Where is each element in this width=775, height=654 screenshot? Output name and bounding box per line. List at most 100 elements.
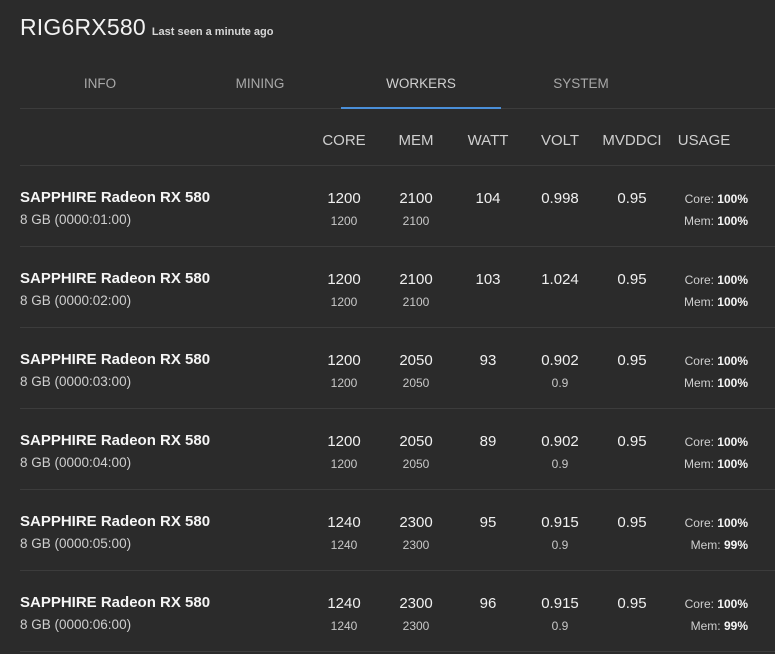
col-volt: VOLT bbox=[540, 132, 580, 149]
gpu-memory-bus: 8 GB (0000:03:00) bbox=[20, 374, 132, 389]
power-watt: 103 bbox=[475, 271, 501, 288]
usage-core: Core: 100% bbox=[660, 354, 748, 368]
voltage-target: 0.9 bbox=[551, 376, 569, 390]
worker-row[interactable]: SAPPHIRE Radeon RX 580 8 GB (0000:06:00)… bbox=[20, 571, 775, 652]
worker-list: SAPPHIRE Radeon RX 580 8 GB (0000:01:00)… bbox=[20, 166, 775, 652]
mem-clock: 2100 bbox=[399, 190, 433, 207]
core-clock: 1200 bbox=[327, 352, 361, 369]
worker-row[interactable]: SAPPHIRE Radeon RX 580 8 GB (0000:04:00)… bbox=[20, 409, 775, 490]
voltage: 0.915 bbox=[541, 595, 579, 612]
mvddci: 0.95 bbox=[617, 271, 647, 288]
mvddci: 0.95 bbox=[617, 514, 647, 531]
usage-core: Core: 100% bbox=[660, 273, 748, 287]
core-clock: 1240 bbox=[327, 514, 361, 531]
usage-mem: Mem: 100% bbox=[660, 457, 748, 471]
usage-mem: Mem: 99% bbox=[660, 538, 748, 552]
col-mem: MEM bbox=[398, 132, 434, 149]
usage-mem: Mem: 100% bbox=[660, 376, 748, 390]
usage-core-value: 100% bbox=[717, 516, 748, 530]
gpu-name: SAPPHIRE Radeon RX 580 bbox=[20, 189, 211, 206]
voltage: 0.902 bbox=[541, 433, 579, 450]
usage-core-label: Core: bbox=[684, 516, 714, 530]
mem-clock: 2300 bbox=[399, 514, 433, 531]
mvddci: 0.95 bbox=[617, 433, 647, 450]
power-watt: 93 bbox=[479, 352, 497, 369]
core-clock-target: 1200 bbox=[330, 376, 358, 390]
core-clock: 1200 bbox=[327, 271, 361, 288]
usage-core-label: Core: bbox=[684, 192, 714, 206]
gpu-memory-bus: 8 GB (0000:01:00) bbox=[20, 212, 132, 227]
worker-row[interactable]: SAPPHIRE Radeon RX 580 8 GB (0000:05:00)… bbox=[20, 490, 775, 571]
usage-core: Core: 100% bbox=[660, 435, 748, 449]
tab-workers[interactable]: WORKERS bbox=[341, 60, 501, 109]
usage-mem-label: Mem: bbox=[690, 538, 721, 552]
mvddci: 0.95 bbox=[617, 352, 647, 369]
mem-clock: 2050 bbox=[399, 433, 433, 450]
usage-core-label: Core: bbox=[684, 273, 714, 287]
usage-mem-value: 99% bbox=[723, 619, 748, 633]
usage-core-value: 100% bbox=[717, 354, 748, 368]
usage-mem: Mem: 100% bbox=[660, 295, 748, 309]
core-clock-target: 1240 bbox=[330, 538, 358, 552]
gpu-name: SAPPHIRE Radeon RX 580 bbox=[20, 270, 211, 287]
voltage-target: 0.9 bbox=[551, 457, 569, 471]
core-clock: 1200 bbox=[327, 190, 361, 207]
voltage: 0.902 bbox=[541, 352, 579, 369]
page: RIG6RX580 Last seen a minute ago INFO MI… bbox=[0, 0, 775, 654]
usage-mem-label: Mem: bbox=[690, 619, 721, 633]
usage-core: Core: 100% bbox=[660, 516, 748, 530]
mem-clock-target: 2300 bbox=[402, 538, 430, 552]
usage-core-value: 100% bbox=[717, 597, 748, 611]
usage-mem: Mem: 100% bbox=[660, 214, 748, 228]
mem-clock-target: 2100 bbox=[402, 214, 430, 228]
usage-core: Core: 100% bbox=[660, 192, 748, 206]
usage-mem-label: Mem: bbox=[683, 376, 714, 390]
mem-clock-target: 2300 bbox=[402, 619, 430, 633]
usage-mem-value: 99% bbox=[723, 538, 748, 552]
usage-core-value: 100% bbox=[717, 192, 748, 206]
usage-core-value: 100% bbox=[717, 435, 748, 449]
mvddci: 0.95 bbox=[617, 595, 647, 612]
core-clock-target: 1240 bbox=[330, 619, 358, 633]
worker-row[interactable]: SAPPHIRE Radeon RX 580 8 GB (0000:03:00)… bbox=[20, 328, 775, 409]
power-watt: 89 bbox=[479, 433, 497, 450]
usage-mem-value: 100% bbox=[717, 376, 748, 390]
gpu-memory-bus: 8 GB (0000:05:00) bbox=[20, 536, 132, 551]
usage-core-value: 100% bbox=[717, 273, 748, 287]
voltage-target: 0.9 bbox=[551, 619, 569, 633]
column-headers: CORE MEM WATT VOLT MVDDCI USAGE bbox=[20, 109, 775, 166]
mem-clock: 2050 bbox=[399, 352, 433, 369]
rig-title: RIG6RX580 bbox=[20, 14, 146, 40]
usage-mem-value: 100% bbox=[717, 457, 748, 471]
usage-mem-label: Mem: bbox=[683, 214, 714, 228]
usage-mem-value: 100% bbox=[717, 295, 748, 309]
usage-mem-label: Mem: bbox=[683, 457, 714, 471]
usage-core-label: Core: bbox=[684, 597, 714, 611]
usage-mem: Mem: 99% bbox=[660, 619, 748, 633]
power-watt: 95 bbox=[479, 514, 497, 531]
core-clock: 1200 bbox=[327, 433, 361, 450]
worker-row[interactable]: SAPPHIRE Radeon RX 580 8 GB (0000:02:00)… bbox=[20, 247, 775, 328]
voltage: 0.998 bbox=[541, 190, 579, 207]
mem-clock: 2300 bbox=[399, 595, 433, 612]
voltage: 0.915 bbox=[541, 514, 579, 531]
voltage-target: 0.9 bbox=[551, 538, 569, 552]
gpu-memory-bus: 8 GB (0000:04:00) bbox=[20, 455, 132, 470]
usage-core: Core: 100% bbox=[660, 597, 748, 611]
tab-info[interactable]: INFO bbox=[20, 60, 180, 108]
core-clock-target: 1200 bbox=[330, 457, 358, 471]
power-watt: 96 bbox=[479, 595, 497, 612]
core-clock-target: 1200 bbox=[330, 295, 358, 309]
mem-clock-target: 2100 bbox=[402, 295, 430, 309]
col-watt: WATT bbox=[467, 132, 509, 149]
core-clock: 1240 bbox=[327, 595, 361, 612]
col-usage: USAGE bbox=[677, 132, 731, 149]
worker-row[interactable]: SAPPHIRE Radeon RX 580 8 GB (0000:01:00)… bbox=[20, 166, 775, 247]
usage-mem-value: 100% bbox=[717, 214, 748, 228]
core-clock-target: 1200 bbox=[330, 214, 358, 228]
usage-core-label: Core: bbox=[684, 435, 714, 449]
gpu-name: SAPPHIRE Radeon RX 580 bbox=[20, 432, 211, 449]
tab-system[interactable]: SYSTEM bbox=[501, 60, 661, 108]
tab-mining[interactable]: MINING bbox=[180, 60, 340, 108]
voltage: 1.024 bbox=[541, 271, 579, 288]
